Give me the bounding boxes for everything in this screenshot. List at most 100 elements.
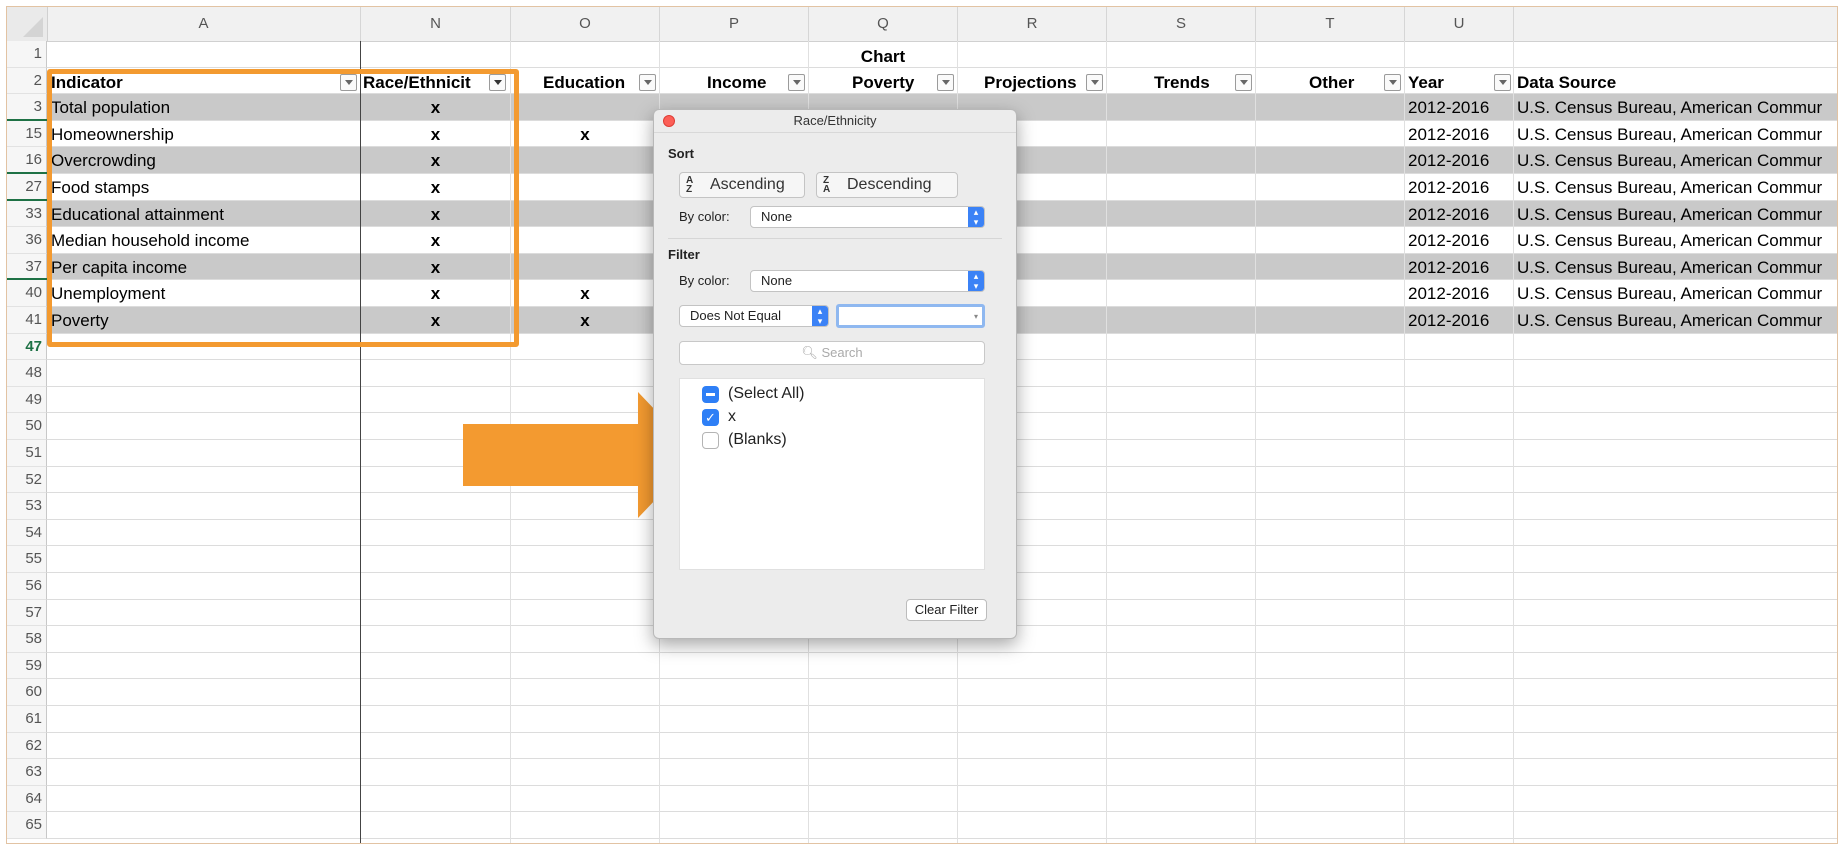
section-divider — [668, 238, 1002, 239]
cell-year[interactable]: 2012-2016 — [1408, 284, 1508, 304]
cell-data-source[interactable]: U.S. Census Bureau, American Commur — [1517, 258, 1837, 278]
table-row — [47, 812, 1837, 839]
highlight-box — [47, 69, 519, 347]
cell-data-source[interactable]: U.S. Census Bureau, American Commur — [1517, 178, 1837, 198]
list-item-label: (Select All) — [728, 385, 805, 402]
column-header-u[interactable]: U — [1405, 7, 1514, 41]
cell-education[interactable]: x — [511, 284, 659, 304]
cell-data-source[interactable]: U.S. Census Bureau, American Commur — [1517, 98, 1837, 118]
cell-year[interactable]: 2012-2016 — [1408, 205, 1508, 225]
cell-data-source[interactable]: U.S. Census Bureau, American Commur — [1517, 125, 1837, 145]
column-header-q[interactable]: Q — [809, 7, 958, 41]
table-row — [47, 653, 1837, 680]
cell-data-source[interactable]: U.S. Census Bureau, American Commur — [1517, 311, 1837, 331]
filter-dropdown-projections-icon[interactable] — [1086, 74, 1103, 91]
filter-dropdown-education-icon[interactable] — [639, 74, 656, 91]
cell-data-source[interactable]: U.S. Census Bureau, American Commur — [1517, 151, 1837, 171]
cell-year[interactable]: 2012-2016 — [1408, 231, 1508, 251]
row-number[interactable]: 55 — [7, 546, 47, 573]
table-row — [47, 733, 1837, 760]
cell-year[interactable]: 2012-2016 — [1408, 178, 1508, 198]
cell-year[interactable]: 2012-2016 — [1408, 258, 1508, 278]
column-header-a[interactable]: A — [47, 7, 361, 41]
row-number[interactable]: 52 — [7, 466, 47, 494]
filter-dropdown-income-icon[interactable] — [788, 74, 805, 91]
row-number[interactable]: 2 — [7, 67, 47, 95]
row-number[interactable]: 65 — [7, 812, 47, 839]
row-number[interactable]: 58 — [7, 626, 47, 653]
row-number[interactable]: 27 — [7, 174, 47, 202]
column-header-r[interactable]: R — [958, 7, 1107, 41]
sort-descending-button[interactable]: ZA Descending — [816, 172, 958, 198]
checkbox-mixed-icon[interactable] — [702, 386, 719, 403]
filter-dropdown-year-icon[interactable] — [1494, 74, 1511, 91]
row-number[interactable]: 63 — [7, 759, 47, 786]
cell-data-source[interactable]: U.S. Census Bureau, American Commur — [1517, 284, 1837, 304]
row-number[interactable]: 15 — [7, 120, 47, 148]
cell-education[interactable]: x — [511, 311, 659, 331]
row-number[interactable]: 57 — [7, 599, 47, 627]
header-education: Education — [543, 73, 626, 92]
checkbox-unchecked-icon[interactable] — [702, 432, 719, 449]
row-number[interactable]: 62 — [7, 732, 47, 760]
row-number[interactable]: 53 — [7, 493, 47, 520]
clear-filter-button[interactable]: Clear Filter — [906, 599, 987, 621]
list-item-x[interactable]: ✓ x — [702, 406, 736, 428]
row-number[interactable]: 56 — [7, 573, 47, 600]
list-item-select-all[interactable]: (Select All) — [702, 383, 804, 405]
condition-value-input[interactable]: ▾ — [836, 304, 985, 328]
column-header-o[interactable]: O — [511, 7, 660, 41]
select-stepper-icon: ▴ ▾ — [968, 207, 984, 227]
cell-data-source[interactable]: U.S. Census Bureau, American Commur — [1517, 231, 1837, 251]
sort-section-label: Sort — [668, 146, 694, 161]
column-header-s[interactable]: S — [1107, 7, 1256, 41]
row-number[interactable]: 33 — [7, 200, 47, 228]
list-item-blanks[interactable]: (Blanks) — [702, 429, 787, 451]
spreadsheet-grid: A N O P Q R S T U 1 2 3 Total population x 20… — [7, 7, 1837, 843]
search-icon: 🔍︎ — [801, 345, 818, 360]
checkbox-checked-icon[interactable]: ✓ — [702, 409, 719, 426]
select-all-corner[interactable] — [7, 7, 48, 41]
row-number[interactable]: 49 — [7, 386, 47, 414]
search-placeholder: Search — [821, 345, 863, 360]
row-number[interactable]: 41 — [7, 307, 47, 334]
column-divider-t — [1404, 41, 1405, 843]
row-number[interactable]: 60 — [7, 679, 47, 706]
row-number[interactable]: 54 — [7, 519, 47, 547]
row-number[interactable]: 40 — [7, 280, 47, 307]
sort-ascending-button[interactable]: AZ Ascending — [679, 172, 805, 198]
close-icon[interactable] — [663, 115, 675, 127]
column-header-p[interactable]: P — [660, 7, 809, 41]
dropdown-arrow-icon: ▾ — [973, 312, 978, 321]
row-number[interactable]: 37 — [7, 253, 47, 281]
header-year: Year — [1408, 73, 1444, 92]
column-header-t[interactable]: T — [1256, 7, 1405, 41]
cell-year[interactable]: 2012-2016 — [1408, 311, 1508, 331]
row-number[interactable]: 1 — [7, 41, 47, 68]
row-number[interactable]: 59 — [7, 652, 47, 680]
search-input[interactable]: 🔍︎ Search — [679, 341, 985, 365]
filter-by-color-select[interactable]: None ▴ ▾ — [750, 270, 985, 292]
row-number[interactable]: 48 — [7, 360, 47, 387]
sort-by-color-select[interactable]: None ▴ ▾ — [750, 206, 985, 228]
cell-year[interactable]: 2012-2016 — [1408, 98, 1508, 118]
row-number[interactable]: 36 — [7, 227, 47, 254]
cell-education[interactable]: x — [511, 125, 659, 145]
filter-dropdown-trends-icon[interactable] — [1235, 74, 1252, 91]
row-number[interactable]: 61 — [7, 706, 47, 733]
column-header-n[interactable]: N — [361, 7, 511, 41]
filter-dropdown-other-icon[interactable] — [1384, 74, 1401, 91]
cell-year[interactable]: 2012-2016 — [1408, 125, 1508, 145]
cell-year[interactable]: 2012-2016 — [1408, 151, 1508, 171]
row-number[interactable]: 47 — [7, 333, 47, 361]
row-number[interactable]: 51 — [7, 440, 47, 467]
row-number[interactable]: 16 — [7, 147, 47, 175]
row-number[interactable]: 64 — [7, 785, 47, 813]
table-row — [47, 759, 1837, 786]
cell-data-source[interactable]: U.S. Census Bureau, American Commur — [1517, 205, 1837, 225]
filter-dropdown-poverty-icon[interactable] — [937, 74, 954, 91]
condition-value: Does Not Equal — [690, 308, 782, 323]
row-number[interactable]: 50 — [7, 413, 47, 440]
condition-select[interactable]: Does Not Equal ▴ ▾ — [679, 305, 829, 327]
row-number[interactable]: 3 — [7, 94, 47, 122]
